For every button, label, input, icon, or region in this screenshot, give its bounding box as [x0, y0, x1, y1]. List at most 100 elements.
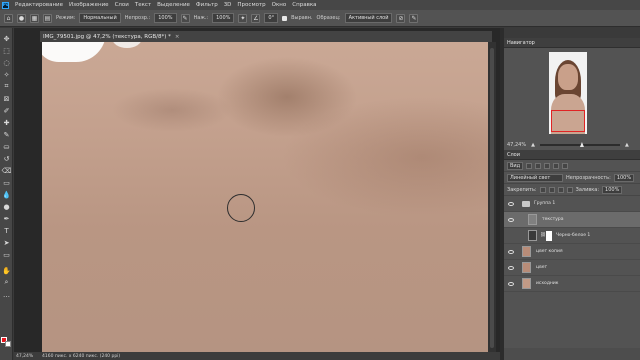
document-tab[interactable]: IMG_79501.jpg @ 47,2% (текстура, RGB/8*)…	[40, 31, 492, 42]
zoom-slider[interactable]	[539, 142, 620, 147]
eye-icon[interactable]	[508, 281, 514, 286]
history-brush-icon[interactable]: ↺	[2, 154, 11, 163]
menu-layers[interactable]: Слои	[115, 2, 129, 8]
layer-list: Группа 1 текстура ⛓ Черно-белое 1 цвет к…	[504, 196, 640, 292]
brush-cursor	[227, 194, 255, 222]
align-checkbox[interactable]	[282, 15, 288, 21]
layer-row-source[interactable]: исходник	[504, 276, 640, 292]
filter-smart-icon[interactable]	[562, 162, 569, 169]
zoom-tool-icon[interactable]: ⌕	[2, 278, 11, 287]
clone-panel-icon[interactable]: ▤	[43, 13, 52, 23]
pressure-size-icon[interactable]: ✎	[409, 13, 419, 23]
shape-tool-icon[interactable]: ▭	[2, 250, 11, 259]
image-canvas[interactable]	[42, 42, 488, 353]
menu-image[interactable]: Изображение	[69, 2, 109, 8]
marquee-tool-icon[interactable]: ⬚	[2, 46, 11, 55]
eyedropper-icon[interactable]: ✐	[2, 106, 11, 115]
filter-adjustment-icon[interactable]	[535, 162, 542, 169]
brush-settings-icon[interactable]: ▦	[30, 13, 39, 23]
brush-tool-icon[interactable]: ✎	[2, 130, 11, 139]
menu-help[interactable]: Справка	[292, 2, 316, 8]
path-select-icon[interactable]: ➤	[2, 238, 11, 247]
home-icon[interactable]: ⌂	[4, 13, 13, 23]
hand-tool-icon[interactable]: ✋	[2, 266, 11, 275]
layer-filter-select[interactable]: Вид	[507, 161, 524, 170]
layer-row-color[interactable]: цвет	[504, 260, 640, 276]
options-bar: ⌂ ● ▦ ▤ Режим: Нормальный Непрозр.: 100%…	[0, 10, 640, 27]
filter-pixel-icon[interactable]	[526, 162, 533, 169]
type-tool-icon[interactable]: T	[2, 226, 11, 235]
layer-row-texture[interactable]: текстура	[504, 212, 640, 228]
airbrush-icon[interactable]: ✦	[238, 13, 248, 23]
menu-window[interactable]: Окно	[272, 2, 287, 8]
menu-select[interactable]: Выделение	[157, 2, 190, 8]
layer-row-group[interactable]: Группа 1	[504, 196, 640, 212]
navigator-thumbnail[interactable]	[549, 52, 587, 134]
blur-tool-icon[interactable]: 💧	[2, 190, 11, 199]
magic-wand-icon[interactable]: ✧	[2, 70, 11, 79]
lock-paint-icon[interactable]	[548, 186, 555, 193]
pressure-opacity-icon[interactable]: ✎	[180, 13, 190, 23]
layer-row-color-copy[interactable]: цвет копия	[504, 244, 640, 260]
gradient-tool-icon[interactable]: ▭	[2, 178, 11, 187]
filter-shape-icon[interactable]	[553, 162, 560, 169]
tools-panel: ✥ ⬚ ◌ ✧ ⌗ ⊠ ✐ ✚ ✎ ⛀ ↺ ⌫ ▭ 💧 ● ✒ T ➤ ▭ ✋ …	[0, 28, 13, 360]
eye-icon[interactable]	[508, 217, 514, 222]
scrollbar-thumb[interactable]	[490, 48, 494, 348]
view-box[interactable]	[551, 110, 585, 132]
zoom-in-icon[interactable]: ▲	[625, 142, 629, 148]
layer-row-bw[interactable]: ⛓ Черно-белое 1	[504, 228, 640, 244]
blend-mode-select[interactable]: Линейный свет	[507, 173, 563, 182]
flow-field[interactable]: 100%	[212, 13, 235, 23]
fill-field[interactable]: 100%	[602, 185, 623, 194]
lock-move-icon[interactable]	[557, 186, 564, 193]
crop-tool-icon[interactable]: ⌗	[2, 82, 11, 91]
dodge-tool-icon[interactable]: ●	[2, 202, 11, 211]
lock-pixels-icon[interactable]	[539, 186, 546, 193]
frame-tool-icon[interactable]: ⊠	[2, 94, 11, 103]
mode-select[interactable]: Нормальный	[79, 13, 121, 23]
layer-thumbnail	[528, 214, 537, 225]
menu-type[interactable]: Текст	[135, 2, 151, 8]
photoshop-logo: Ps	[2, 1, 9, 9]
layers-footer	[504, 348, 640, 360]
vertical-scrollbar[interactable]	[488, 42, 496, 353]
sample-select[interactable]: Активный слой	[344, 13, 393, 23]
layer-mask-thumbnail[interactable]	[546, 230, 552, 241]
brush-preset-icon[interactable]: ●	[17, 13, 26, 23]
eye-icon[interactable]	[508, 201, 514, 206]
menu-view[interactable]: Просмотр	[237, 2, 265, 8]
filter-type-icon[interactable]	[544, 162, 551, 169]
angle-field[interactable]: 0°	[264, 13, 279, 23]
more-tools-icon[interactable]: …	[2, 290, 11, 299]
menu-3d[interactable]: 3D	[224, 2, 232, 8]
background-color-swatch[interactable]	[5, 341, 11, 347]
clone-stamp-icon[interactable]: ⛀	[2, 142, 11, 151]
pen-tool-icon[interactable]: ✒	[2, 214, 11, 223]
menu-filter[interactable]: Фильтр	[196, 2, 218, 8]
layers-tab[interactable]: Слои	[504, 150, 640, 160]
opacity-field[interactable]: 100%	[154, 13, 177, 23]
navigator-zoom[interactable]: 47,24%	[507, 142, 526, 148]
navigator-tab[interactable]: Навигатор	[504, 38, 640, 48]
menu-edit[interactable]: Редактирование	[15, 2, 63, 8]
layer-thumbnail	[522, 278, 531, 289]
move-tool-icon[interactable]: ✥	[2, 34, 11, 43]
healing-brush-icon[interactable]: ✚	[2, 118, 11, 127]
zoom-slider-knob[interactable]	[579, 142, 584, 147]
fill-label: Заливка:	[575, 186, 600, 193]
angle-icon: ∠	[251, 13, 261, 23]
eye-icon[interactable]	[508, 265, 514, 270]
status-zoom[interactable]: 47,24%	[16, 354, 33, 359]
navigator-panel: Навигатор 47,24% ▲ ▲	[504, 38, 640, 158]
lasso-tool-icon[interactable]: ◌	[2, 58, 11, 67]
close-icon[interactable]: ×	[175, 34, 180, 40]
mode-label: Режим:	[56, 15, 76, 21]
layer-thumbnail	[522, 262, 531, 273]
lock-all-icon[interactable]	[566, 186, 573, 193]
eraser-tool-icon[interactable]: ⌫	[2, 166, 12, 175]
zoom-out-icon[interactable]: ▲	[531, 142, 535, 148]
layer-opacity-field[interactable]: 100%	[613, 173, 635, 182]
ignore-adjustment-icon[interactable]: ⊘	[396, 13, 406, 23]
eye-icon[interactable]	[508, 249, 514, 254]
